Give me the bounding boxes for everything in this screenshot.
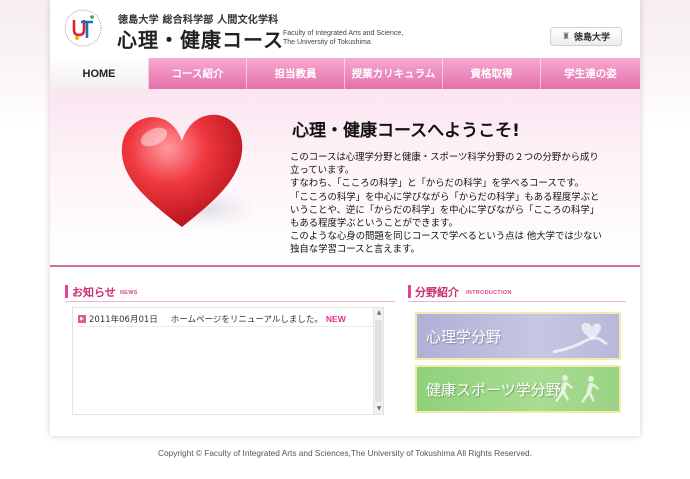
university-link-button[interactable]: ♜ 徳島大学 — [550, 27, 622, 46]
news-heading-subtitle: NEWS — [120, 290, 138, 296]
health-sports-field-label: 健康スポーツ学分野 — [426, 380, 561, 399]
welcome-line: すなわち、「こころの科学」と「からだの科学」を学べるコースです。 — [290, 178, 584, 190]
welcome-hero: 心理・健康コースへようこそ! このコースは心理学分野と健康・スポーツ科学分野の２… — [50, 89, 640, 267]
welcome-line: このコースは心理学分野と健康・スポーツ科学分野の２つの分野から成り — [290, 152, 599, 163]
welcome-description: このコースは心理学分野と健康・スポーツ科学分野の２つの分野から成り 立っています… — [290, 151, 625, 257]
site-header: 徳島大学 総合科学部 人間文化学科 心理・健康コース Faculty of In… — [50, 0, 640, 58]
news-list[interactable]: ▶ 2011年06月01日 ホームページをリニューアルしました。 NEW ▲ ▼ — [72, 307, 384, 415]
fields-heading-subtitle: INTRODUCTION — [466, 290, 512, 296]
heading-marker — [408, 285, 411, 298]
heading-marker — [65, 285, 68, 298]
welcome-line: もある程度学ぶということができます。 — [290, 218, 458, 230]
main-navigation: HOME コース紹介 担当教員 授業カリキュラム 資格取得 学生達の姿 — [50, 58, 640, 89]
welcome-line: このような心身の問題を同じコースで学べるという点は 他大学では少ない — [290, 231, 602, 243]
news-heading-title: お知らせ — [72, 286, 116, 299]
faculty-english-line1: Faculty of Integrated Arts and Science, — [283, 30, 404, 37]
new-badge: NEW — [325, 314, 346, 324]
scroll-down-arrow-icon[interactable]: ▼ — [375, 405, 383, 413]
news-item[interactable]: ▶ 2011年06月01日 ホームページをリニューアルしました。 NEW — [78, 312, 373, 327]
fields-section-heading: 分野紹介 INTRODUCTION — [408, 284, 626, 302]
university-icon: ♜ — [561, 31, 571, 42]
nav-course-intro[interactable]: コース紹介 — [148, 58, 246, 89]
copyright-notice: Copyright © Faculty of Integrated Arts a… — [158, 448, 532, 458]
psychology-field-label: 心理学分野 — [426, 327, 502, 346]
university-link-label: 徳島大学 — [574, 33, 611, 43]
faculty-english-line2: The University of Tokushima — [283, 39, 371, 46]
welcome-line: 立っています。 — [290, 165, 355, 177]
nav-curriculum[interactable]: 授業カリキュラム — [344, 58, 442, 89]
news-date: 2011年06月01日 — [89, 315, 158, 325]
site-title[interactable]: 心理・健康コース — [117, 24, 284, 53]
news-scrollbar[interactable]: ▲ ▼ — [373, 308, 383, 414]
university-logo[interactable] — [63, 8, 103, 48]
fields-heading-title: 分野紹介 — [415, 286, 459, 299]
hand-heart-icon — [552, 322, 608, 354]
nav-faculty-staff[interactable]: 担当教員 — [246, 58, 344, 89]
news-text[interactable]: ホームページをリニューアルしました。 — [171, 313, 323, 325]
scrollbar-thumb[interactable] — [375, 320, 382, 402]
nav-qualifications[interactable]: 資格取得 — [442, 58, 540, 89]
welcome-line: 独自な学習コースと言えます。 — [290, 244, 420, 256]
news-section-heading: お知らせ NEWS — [65, 284, 395, 302]
welcome-line: 「こころの科学」を中心に学びながら「からだの科学」もある程度学ぶと — [290, 191, 600, 203]
runner-icon — [555, 375, 599, 403]
faculty-english-name: Faculty of Integrated Arts and Science, … — [283, 29, 403, 47]
welcome-line: いうことや、逆に「からだの科学」を中心に学びながら「こころの科学」 — [290, 204, 600, 216]
welcome-title: 心理・健康コースへようこそ! — [292, 121, 520, 141]
scroll-up-arrow-icon[interactable]: ▲ — [375, 309, 383, 317]
arrow-bullet-icon: ▶ — [78, 315, 86, 323]
page-container: 徳島大学 総合科学部 人間文化学科 心理・健康コース Faculty of In… — [50, 0, 640, 436]
heart-illustration — [121, 114, 252, 229]
nav-home[interactable]: HOME — [50, 58, 148, 89]
health-sports-field-banner[interactable]: 健康スポーツ学分野 — [415, 365, 621, 413]
nav-students[interactable]: 学生達の姿 — [540, 58, 640, 89]
psychology-field-banner[interactable]: 心理学分野 — [415, 312, 621, 360]
